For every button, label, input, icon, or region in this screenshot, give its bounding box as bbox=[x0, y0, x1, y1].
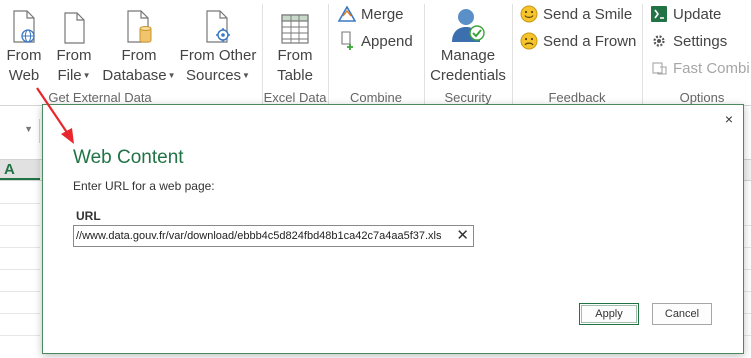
from-web-button[interactable]: From Web bbox=[2, 4, 46, 86]
update-icon bbox=[649, 4, 669, 24]
group-options: Update Settings Fast Combi Options bbox=[643, 0, 751, 106]
from-web-label-1: From bbox=[6, 47, 42, 64]
append-button[interactable]: Append bbox=[337, 29, 413, 53]
from-file-label-2: File bbox=[57, 67, 82, 84]
from-other-sources-button[interactable]: From Other Sources▼ bbox=[178, 4, 258, 86]
group-label-combine: Combine bbox=[349, 90, 403, 105]
from-web-label-2: Web bbox=[8, 67, 40, 84]
table-icon bbox=[271, 4, 319, 46]
apply-button[interactable]: Apply bbox=[579, 303, 639, 325]
chevron-down-icon: ▼ bbox=[242, 71, 250, 81]
cancel-button[interactable]: Cancel bbox=[652, 303, 712, 325]
row-gridline bbox=[0, 247, 40, 248]
merge-label: Merge bbox=[361, 5, 404, 23]
row-gridline bbox=[0, 203, 40, 204]
web-content-dialog: × Web Content Enter URL for a web page: … bbox=[42, 104, 744, 354]
credentials-icon bbox=[427, 4, 509, 46]
row-gridline bbox=[0, 313, 40, 314]
update-label: Update bbox=[673, 5, 722, 23]
append-label: Append bbox=[361, 32, 413, 50]
group-label-options: Options bbox=[679, 90, 725, 105]
fast-combine-button[interactable]: Fast Combi bbox=[649, 56, 750, 80]
from-file-button[interactable]: From File▼ bbox=[52, 4, 96, 86]
send-frown-button[interactable]: Send a Frown bbox=[519, 29, 636, 53]
column-header-a[interactable]: A bbox=[0, 160, 40, 180]
from-file-label-1: From bbox=[56, 47, 92, 64]
chevron-down-icon: ▼ bbox=[24, 124, 33, 134]
group-combine: Merge Append Combine bbox=[329, 0, 423, 106]
from-other-sources-label-2: Sources bbox=[186, 67, 242, 84]
frown-icon bbox=[519, 31, 539, 51]
row-gridline bbox=[0, 291, 40, 292]
group-label-excel-data: Excel Data bbox=[263, 90, 327, 105]
manage-credentials-label-1: Manage bbox=[440, 47, 496, 64]
ribbon: From Web From File▼ From Database▼ From … bbox=[0, 0, 751, 106]
close-icon[interactable]: × bbox=[725, 111, 733, 127]
merge-icon bbox=[337, 4, 357, 24]
from-database-button[interactable]: From Database▼ bbox=[100, 4, 178, 86]
name-box[interactable]: ▼ bbox=[0, 119, 40, 143]
file-icon bbox=[52, 4, 96, 46]
group-excel-data: From Table Excel Data bbox=[263, 0, 327, 106]
from-database-label-2: Database bbox=[102, 67, 167, 84]
url-input[interactable] bbox=[74, 226, 454, 246]
group-get-external-data: From Web From File▼ From Database▼ From … bbox=[0, 0, 262, 106]
merge-button[interactable]: Merge bbox=[337, 2, 404, 26]
manage-credentials-label-2: Credentials bbox=[430, 67, 506, 84]
fast-combine-icon bbox=[649, 58, 669, 78]
from-table-label-1: From bbox=[277, 47, 313, 64]
database-icon bbox=[100, 4, 178, 46]
settings-label: Settings bbox=[673, 32, 728, 50]
send-smile-button[interactable]: Send a Smile bbox=[519, 2, 632, 26]
chevron-down-icon: ▼ bbox=[82, 71, 91, 81]
group-label-feedback: Feedback bbox=[548, 90, 606, 105]
fast-combine-label: Fast Combi bbox=[673, 59, 750, 77]
dialog-title: Web Content bbox=[73, 147, 184, 168]
from-table-label-2: Table bbox=[277, 67, 313, 84]
settings-button[interactable]: Settings bbox=[649, 29, 727, 53]
from-table-button[interactable]: From Table bbox=[271, 4, 319, 86]
other-sources-icon bbox=[178, 4, 258, 46]
gear-icon bbox=[649, 31, 669, 51]
from-database-label-1: From bbox=[121, 47, 157, 64]
web-page-icon bbox=[2, 4, 46, 46]
row-gridline bbox=[0, 335, 40, 336]
group-label-security: Security bbox=[444, 90, 492, 105]
group-feedback: Send a Smile Send a Frown Feedback bbox=[513, 0, 641, 106]
row-gridline bbox=[0, 269, 40, 270]
send-frown-label: Send a Frown bbox=[543, 32, 637, 50]
row-gridline bbox=[0, 225, 40, 226]
url-label: URL bbox=[76, 209, 101, 223]
append-icon bbox=[337, 31, 357, 51]
url-field: ✕ bbox=[73, 225, 474, 247]
manage-credentials-button[interactable]: Manage Credentials bbox=[427, 4, 509, 86]
from-other-sources-label-1: From Other bbox=[179, 47, 257, 64]
chevron-down-icon: ▼ bbox=[167, 71, 176, 81]
group-security: Manage Credentials Security bbox=[425, 0, 511, 106]
update-button[interactable]: Update bbox=[649, 2, 721, 26]
group-label-get-external-data: Get External Data bbox=[48, 90, 152, 105]
dialog-instruction: Enter URL for a web page: bbox=[73, 179, 215, 193]
send-smile-label: Send a Smile bbox=[543, 5, 633, 23]
clear-icon[interactable]: ✕ bbox=[456, 227, 469, 245]
smile-icon bbox=[519, 4, 539, 24]
